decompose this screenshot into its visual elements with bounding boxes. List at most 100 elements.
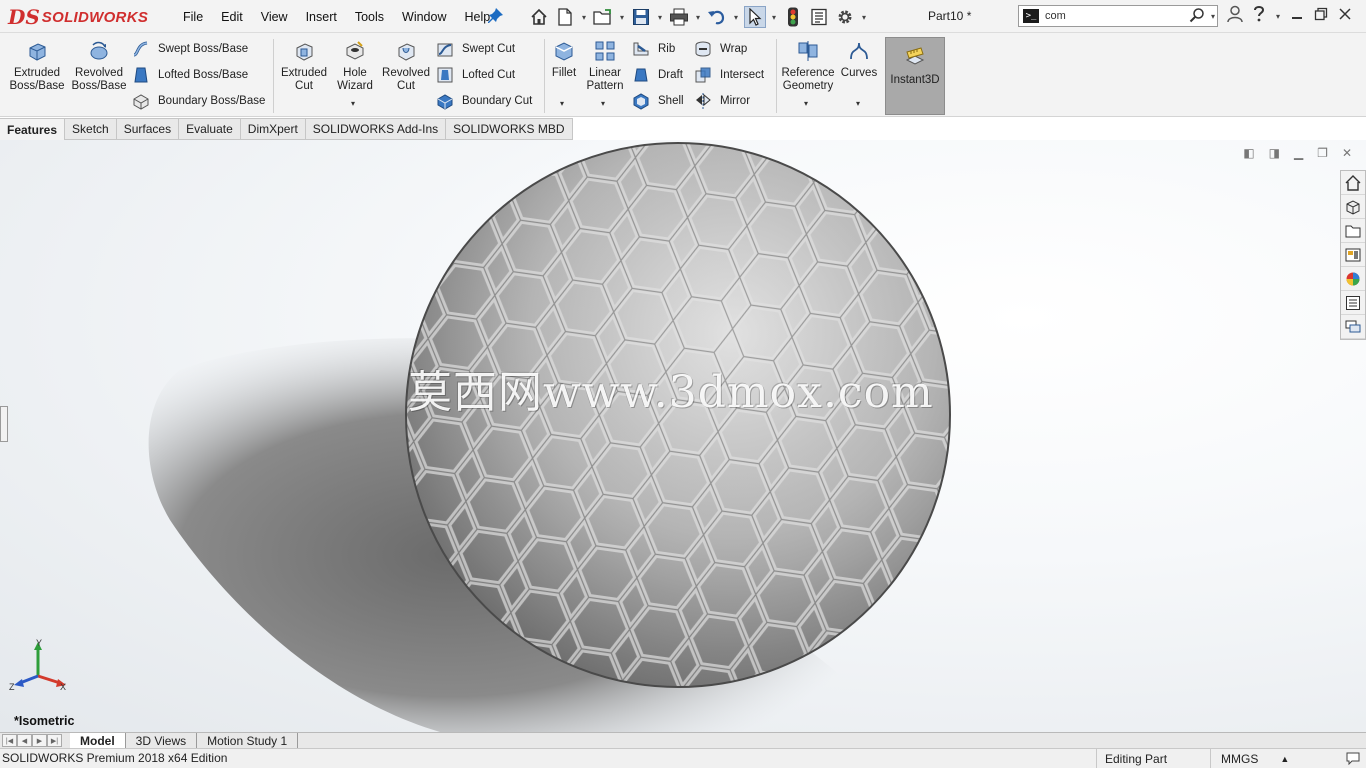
revolved-boss-button[interactable]: Revolved Boss/Base: [70, 39, 128, 113]
tab-model[interactable]: Model: [70, 732, 126, 749]
extruded-boss-button[interactable]: Extruded Boss/Base: [10, 39, 65, 113]
undo-dropdown-icon[interactable]: ▾: [732, 13, 740, 22]
forum-chat-icon[interactable]: [1341, 315, 1365, 339]
document-title: Part10 *: [928, 9, 972, 23]
next-tab-arrow-icon[interactable]: ▶: [32, 734, 47, 747]
draft-icon: [634, 68, 648, 82]
tab-solidworks-addins[interactable]: SOLIDWORKS Add-Ins: [305, 118, 447, 140]
swept-cut-button[interactable]: Swept Cut: [436, 38, 515, 60]
menu-view[interactable]: View: [252, 10, 297, 24]
hole-wizard-icon: [346, 41, 364, 60]
options-gear-icon[interactable]: [834, 6, 856, 28]
solidworks-logo[interactable]: DS SOLIDWORKS: [8, 2, 156, 32]
instant3d-button[interactable]: Instant3D: [885, 37, 945, 115]
last-tab-arrow-icon[interactable]: ▶|: [47, 734, 62, 747]
revolved-cut-button[interactable]: Revolved Cut: [380, 39, 432, 113]
new-document-icon[interactable]: [554, 6, 576, 28]
print-dropdown-icon[interactable]: ▾: [694, 13, 702, 22]
fillet-icon: [555, 42, 573, 61]
open-folder-icon[interactable]: [592, 6, 614, 28]
tab-surfaces[interactable]: Surfaces: [116, 118, 180, 140]
swept-boss-button[interactable]: Swept Boss/Base: [132, 38, 248, 60]
undo-icon[interactable]: [706, 6, 728, 28]
file-explorer-icon[interactable]: [1341, 219, 1365, 243]
group-separator: [273, 39, 274, 113]
extruded-cut-label: Extruded Cut: [280, 67, 328, 92]
user-account-icon[interactable]: [1226, 5, 1244, 27]
feature-manager-collapse-handle[interactable]: [0, 406, 8, 442]
appearances-scenes-icon[interactable]: [1341, 267, 1365, 291]
solidworks-resources-home-icon[interactable]: [1341, 171, 1365, 195]
tab-motion-study[interactable]: Motion Study 1: [197, 732, 299, 749]
viewport-minimize-icon[interactable]: ▁: [1294, 146, 1303, 160]
first-tab-arrow-icon[interactable]: |◀: [2, 734, 17, 747]
unit-system-arrow-icon[interactable]: ▲: [1280, 754, 1289, 764]
menu-tools[interactable]: Tools: [346, 10, 393, 24]
tab-features[interactable]: Features: [0, 118, 66, 140]
view-palette-icon[interactable]: [1341, 243, 1365, 267]
fillet-dropdown-icon[interactable]: ▾: [560, 99, 564, 108]
model-render[interactable]: [0, 140, 1366, 732]
boundary-boss-button[interactable]: Boundary Boss/Base: [132, 90, 265, 112]
minimize-icon[interactable]: [1288, 7, 1306, 25]
restore-icon[interactable]: [1312, 7, 1330, 25]
viewport-restore-icon[interactable]: ❐: [1317, 146, 1328, 160]
graphics-area[interactable]: 莫西网www.3dmox.com ◧ ◨ ▁ ❐ ✕ Y X Z *Isomet…: [0, 140, 1366, 732]
tab-solidworks-mbd[interactable]: SOLIDWORKS MBD: [446, 118, 573, 140]
reference-geometry-icon: [798, 41, 818, 61]
shell-button[interactable]: Shell: [632, 90, 684, 112]
menu-insert[interactable]: Insert: [297, 10, 346, 24]
menu-edit[interactable]: Edit: [212, 10, 252, 24]
tab-dimxpert[interactable]: DimXpert: [240, 118, 306, 140]
search-input-value[interactable]: com: [1045, 10, 1189, 22]
custom-properties-icon[interactable]: [1341, 291, 1365, 315]
tab-3d-views[interactable]: 3D Views: [126, 732, 198, 749]
lofted-boss-button[interactable]: Lofted Boss/Base: [132, 64, 248, 86]
open-dropdown-icon[interactable]: ▾: [618, 13, 626, 22]
wrap-button[interactable]: Wrap: [694, 38, 747, 60]
save-icon[interactable]: [630, 6, 652, 28]
tab-evaluate[interactable]: Evaluate: [179, 118, 241, 140]
search-dropdown-icon[interactable]: ▾: [1209, 12, 1217, 21]
watermark-text: 莫西网www.3dmox.com: [408, 367, 934, 418]
swept-cut-icon: [437, 43, 453, 57]
tile-left-icon[interactable]: ◧: [1243, 146, 1254, 160]
curves-dropdown-icon[interactable]: ▾: [856, 99, 860, 108]
unit-system[interactable]: MMGS ▲: [1210, 749, 1289, 768]
draft-button[interactable]: Draft: [632, 64, 683, 86]
mirror-button[interactable]: Mirror: [694, 90, 750, 112]
search-commands-field[interactable]: >_ com ▾: [1018, 5, 1218, 27]
tile-right-icon[interactable]: ◨: [1269, 146, 1280, 160]
lofted-cut-button[interactable]: Lofted Cut: [436, 64, 515, 86]
prev-tab-arrow-icon[interactable]: ◀: [17, 734, 32, 747]
save-dropdown-icon[interactable]: ▾: [656, 13, 664, 22]
pin-menu-icon[interactable]: [488, 8, 504, 24]
file-properties-icon[interactable]: [808, 6, 830, 28]
hole-wizard-dropdown-icon[interactable]: ▾: [351, 99, 355, 108]
new-dropdown-icon[interactable]: ▾: [580, 13, 588, 22]
menu-file[interactable]: File: [174, 10, 212, 24]
close-icon[interactable]: [1336, 7, 1354, 25]
mirror-icon: [696, 93, 711, 109]
status-chat-icon[interactable]: [1346, 751, 1360, 768]
design-library-icon[interactable]: [1341, 195, 1365, 219]
menu-window[interactable]: Window: [393, 10, 455, 24]
reference-geometry-dropdown-icon[interactable]: ▾: [804, 99, 808, 108]
home-icon[interactable]: [528, 6, 550, 28]
rebuild-traffic-light-icon[interactable]: [782, 6, 804, 28]
print-icon[interactable]: [668, 6, 690, 28]
help-dropdown-icon[interactable]: ▾: [1274, 12, 1282, 21]
linear-pattern-label: Linear Pattern: [586, 67, 624, 92]
tab-sketch[interactable]: Sketch: [65, 118, 117, 140]
help-question-icon[interactable]: [1250, 5, 1268, 27]
select-pointer-icon[interactable]: [744, 6, 766, 28]
viewport-close-icon[interactable]: ✕: [1342, 146, 1352, 160]
linear-pattern-dropdown-icon[interactable]: ▾: [601, 99, 605, 108]
select-dropdown-icon[interactable]: ▾: [770, 13, 778, 22]
extruded-cut-button[interactable]: Extruded Cut: [278, 39, 330, 113]
boundary-cut-button[interactable]: Boundary Cut: [436, 90, 532, 112]
search-magnifier-icon[interactable]: [1189, 7, 1209, 26]
options-dropdown-icon[interactable]: ▾: [860, 13, 868, 22]
intersect-button[interactable]: Intersect: [694, 64, 764, 86]
rib-button[interactable]: Rib: [632, 38, 675, 60]
